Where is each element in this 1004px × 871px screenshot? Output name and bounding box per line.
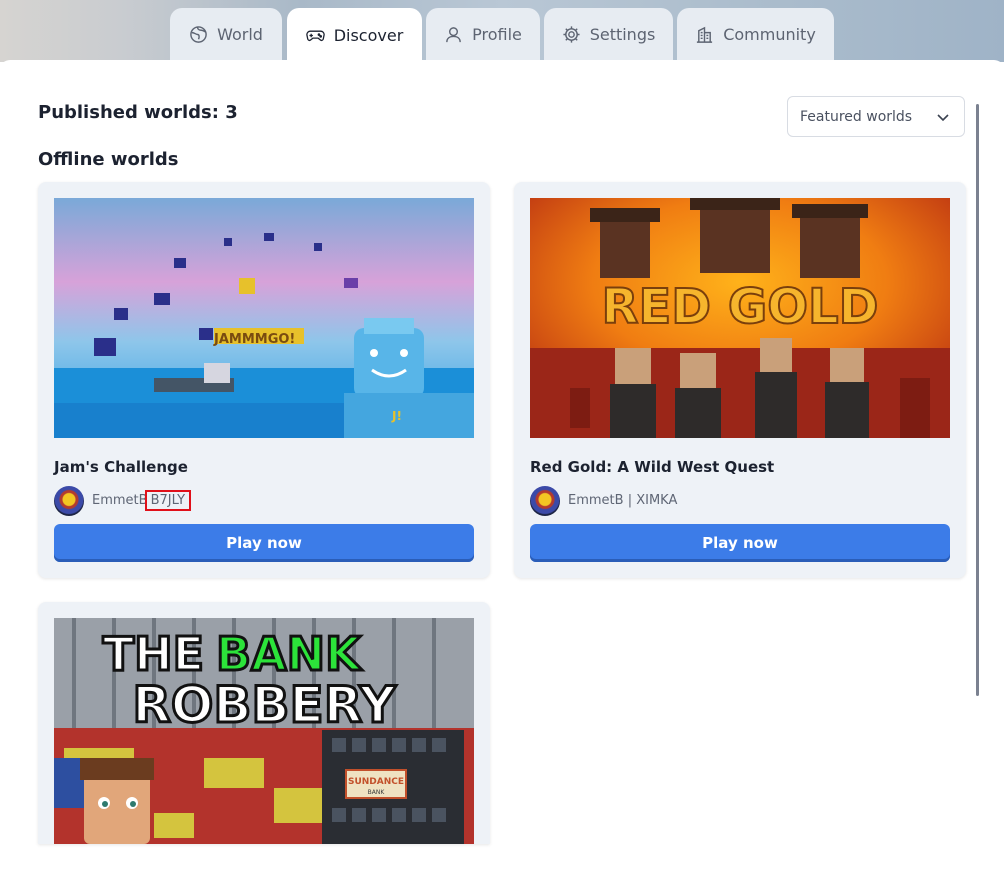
select-value: Featured worlds [800,108,913,125]
thumb-sign-text: BANK [368,789,386,796]
avatar [54,486,84,516]
world-thumbnail[interactable]: THE BANK ROBBERY SUNDANCE BANK [54,618,474,844]
user-icon [446,26,461,42]
world-code: B7JLY [144,490,192,511]
world-title[interactable]: Jam's Challenge [54,458,188,476]
tab-label: World [217,24,263,44]
thumb-title-text: ROBBERY [132,676,396,734]
tab-profile[interactable]: Profile [426,8,540,60]
scrollbar[interactable] [976,104,979,696]
world-title[interactable]: Red Gold: A Wild West Quest [530,458,774,476]
author-name: EmmetB [568,493,624,508]
world-code: XIMKA [636,493,678,508]
thumb-title-text: THE [103,627,204,681]
thumb-sign-text: SUNDANCE [348,777,404,787]
buildings-icon [697,26,713,43]
tab-label: Discover [333,25,404,45]
tab-community[interactable]: Community [677,8,834,60]
play-now-button[interactable]: Play now [54,524,474,562]
gear-icon [563,25,580,43]
author-name: EmmetB [92,493,148,508]
tab-world[interactable]: World [170,8,282,60]
world-author: EmmetB | XIMKA [568,493,677,508]
thumb-title-text: BANK [216,627,363,681]
world-thumbnail[interactable]: JAMMMGO! J! [54,198,474,438]
world-card: JAMMMGO! J! Jam's Challenge EmmetB B7JLY … [38,182,490,578]
thumb-badge-text: J! [391,409,402,423]
world-card: THE BANK ROBBERY SUNDANCE BANK [38,602,490,844]
separator: | [623,493,637,508]
tab-discover[interactable]: Discover [287,8,422,62]
world-card: RED GOLD Red Gold: A Wild West Quest Emm… [514,182,966,578]
world-author: EmmetB B7JLY [92,490,192,511]
published-count: Published worlds: 3 [38,102,238,123]
tab-label: Community [723,24,816,44]
world-filter-select[interactable]: Featured worlds [787,96,965,137]
tab-settings[interactable]: Settings [544,8,673,60]
tab-label: Profile [472,24,522,44]
gamepad-icon [305,30,325,41]
world-thumbnail[interactable]: RED GOLD [530,198,950,438]
play-now-button[interactable]: Play now [530,524,950,562]
tab-label: Settings [589,24,656,44]
thumb-title-text: RED GOLD [602,279,879,335]
avatar [530,486,560,516]
chevron-down-icon [937,114,949,122]
globe-icon [190,25,207,43]
thumb-sign-text: JAMMMGO! [213,332,295,347]
section-title: Offline worlds [38,149,179,170]
